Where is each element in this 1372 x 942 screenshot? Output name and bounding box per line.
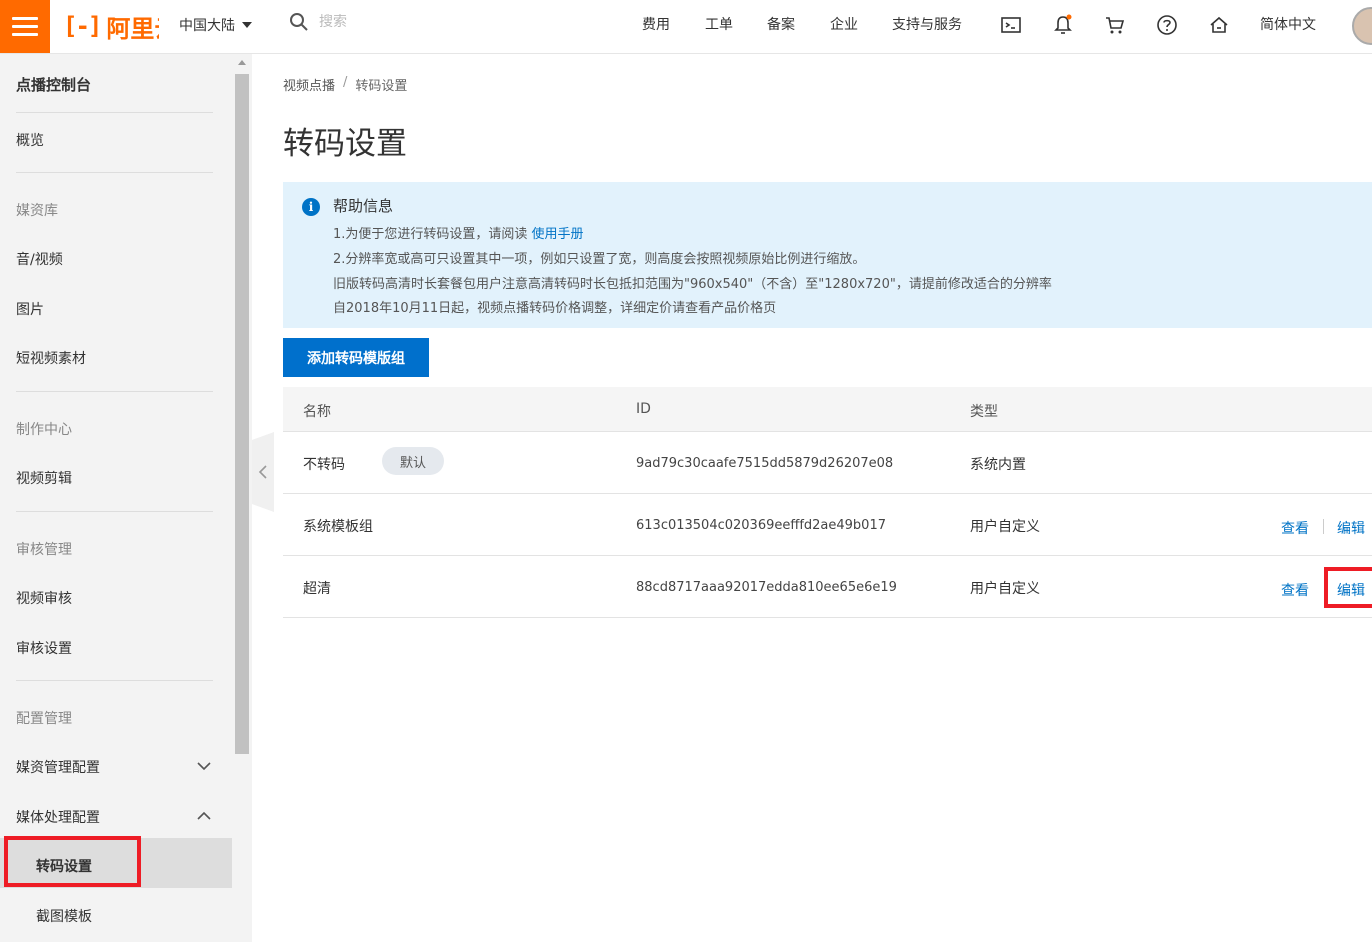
- column-header-type: 类型: [970, 404, 998, 420]
- divider: [16, 172, 213, 173]
- help-info-panel: i 帮助信息 1.为便于您进行转码设置，请阅读 使用手册 2.分辨率宽或高可只设…: [283, 182, 1372, 328]
- user-manual-link[interactable]: 使用手册: [532, 227, 584, 242]
- scroll-thumb[interactable]: [235, 74, 249, 754]
- search-icon: [290, 13, 308, 31]
- top-navigation-bar: [-] 阿里云 中国大陆 费用 工单 备案 企业 支持与服务 简体中文: [0, 0, 1372, 54]
- search-box[interactable]: [289, 12, 479, 32]
- table-row: 超清 88cd8717aaa92017edda810ee65e6e19 用户自定…: [283, 556, 1372, 618]
- sidebar-item-processing-config[interactable]: 媒体处理配置: [16, 807, 100, 827]
- view-link[interactable]: 查看: [1281, 518, 1309, 538]
- language-selector[interactable]: 简体中文: [1260, 14, 1316, 34]
- help-line-2: 2.分辨率宽或高可只设置其中一项，例如只设置了宽，则高度会按照视频原始比例进行缩…: [333, 252, 866, 267]
- highlight-annotation-box: [4, 836, 141, 887]
- sidebar-item-video-review[interactable]: 视频审核: [16, 588, 72, 608]
- row-name: 不转码: [303, 457, 345, 473]
- cart-icon[interactable]: [1104, 14, 1126, 36]
- help-title: 帮助信息: [333, 197, 394, 215]
- row-type: 用户自定义: [970, 581, 1040, 597]
- table-row: 系统模板组 613c013504c020369eefffd2ae49b017 用…: [283, 494, 1372, 556]
- sidebar-collapse-button[interactable]: [252, 432, 274, 512]
- divider: [16, 391, 213, 392]
- sidebar-scrollbar[interactable]: [232, 54, 252, 942]
- nav-tickets[interactable]: 工单: [705, 14, 733, 34]
- row-name: 超清: [303, 581, 331, 597]
- edit-link[interactable]: 编辑: [1337, 518, 1365, 538]
- row-id: 88cd8717aaa92017edda810ee65e6e19: [636, 580, 897, 595]
- user-avatar[interactable]: [1352, 7, 1372, 45]
- divider: [16, 680, 213, 681]
- sidebar-item-overview[interactable]: 概览: [16, 130, 44, 150]
- hamburger-menu-button[interactable]: [0, 0, 50, 53]
- sidebar-item-snapshot-templates[interactable]: 截图模板: [36, 906, 92, 926]
- sidebar-item-video-edit[interactable]: 视频剪辑: [16, 468, 72, 488]
- breadcrumb: 视频点播 / 转码设置: [283, 75, 407, 94]
- table-header: 名称 ID 类型: [283, 387, 1372, 432]
- nav-enterprise[interactable]: 企业: [830, 14, 858, 34]
- aliyun-logo[interactable]: [-] 阿里云: [63, 10, 159, 42]
- view-link[interactable]: 查看: [1281, 580, 1309, 600]
- table-row: 不转码 默认 9ad79c30caafe7515dd5879d26207e08 …: [283, 432, 1372, 494]
- row-name: 系统模板组: [303, 519, 373, 535]
- row-type: 系统内置: [970, 457, 1026, 473]
- help-line-3: 旧版转码高清时长套餐包用户注意高清转码时长包抵扣范围为"960x540"（不含）…: [333, 277, 1052, 292]
- console-title: 点播控制台: [16, 76, 92, 94]
- sidebar-group-review: 审核管理: [16, 542, 72, 558]
- region-selector[interactable]: 中国大陆: [179, 15, 252, 35]
- add-transcode-template-group-button[interactable]: 添加转码模版组: [283, 338, 429, 377]
- sidebar-group-config: 配置管理: [16, 711, 72, 727]
- sidebar-item-audio-video[interactable]: 音/视频: [16, 249, 63, 269]
- chevron-down-icon[interactable]: [197, 759, 211, 773]
- nav-support[interactable]: 支持与服务: [892, 14, 962, 34]
- sidebar-item-images[interactable]: 图片: [16, 299, 44, 319]
- nav-icp-filing[interactable]: 备案: [767, 14, 795, 34]
- row-type: 用户自定义: [970, 519, 1040, 535]
- sidebar-group-media-library: 媒资库: [16, 203, 58, 219]
- breadcrumb-root[interactable]: 视频点播: [283, 75, 335, 94]
- column-header-id: ID: [636, 401, 651, 417]
- info-icon: i: [302, 198, 320, 216]
- row-id: 9ad79c30caafe7515dd5879d26207e08: [636, 456, 894, 471]
- sidebar-item-review-settings[interactable]: 审核设置: [16, 638, 72, 658]
- help-line-1: 1.为便于您进行转码设置，请阅读 使用手册: [333, 223, 584, 242]
- region-label: 中国大陆: [179, 18, 235, 34]
- search-input[interactable]: [319, 14, 479, 30]
- action-separator: [1323, 519, 1324, 534]
- breadcrumb-current: 转码设置: [355, 79, 408, 94]
- sidebar: 点播控制台 概览 媒资库 音/视频 图片 短视频素材 制作中心 视频剪辑 审核管…: [0, 54, 232, 942]
- logo-text: 阿里云: [106, 14, 159, 43]
- nav-billing[interactable]: 费用: [642, 14, 670, 34]
- caret-down-icon: [242, 22, 252, 28]
- sidebar-item-media-config[interactable]: 媒资管理配置: [16, 757, 100, 777]
- terminal-icon[interactable]: [1000, 14, 1022, 36]
- page-title: 转码设置: [283, 126, 407, 162]
- chevron-up-icon[interactable]: [197, 809, 211, 823]
- home-icon[interactable]: [1208, 14, 1230, 36]
- row-id: 613c013504c020369eefffd2ae49b017: [636, 518, 886, 533]
- divider: [16, 511, 213, 512]
- aliyun-logo-icon: [-]: [63, 12, 102, 40]
- bell-icon[interactable]: [1052, 14, 1074, 36]
- help-line-4: 自2018年10月11日起，视频点播转码价格调整，详细定价请查看产品价格页: [333, 301, 777, 316]
- column-header-name: 名称: [303, 404, 331, 420]
- divider: [16, 112, 213, 113]
- sidebar-group-production: 制作中心: [16, 422, 72, 438]
- default-badge: 默认: [382, 447, 444, 475]
- chevron-left-icon: [258, 465, 267, 479]
- sidebar-item-short-video[interactable]: 短视频素材: [16, 348, 86, 368]
- help-line-1-text: 1.为便于您进行转码设置，请阅读: [333, 227, 528, 242]
- breadcrumb-separator: /: [343, 75, 348, 90]
- highlight-annotation-box: [1324, 567, 1372, 608]
- scroll-up-arrow-icon[interactable]: [238, 60, 246, 65]
- transcode-template-table: 名称 ID 类型 不转码 默认 9ad79c30caafe7515dd5879d…: [283, 387, 1372, 618]
- help-icon[interactable]: [1156, 14, 1178, 36]
